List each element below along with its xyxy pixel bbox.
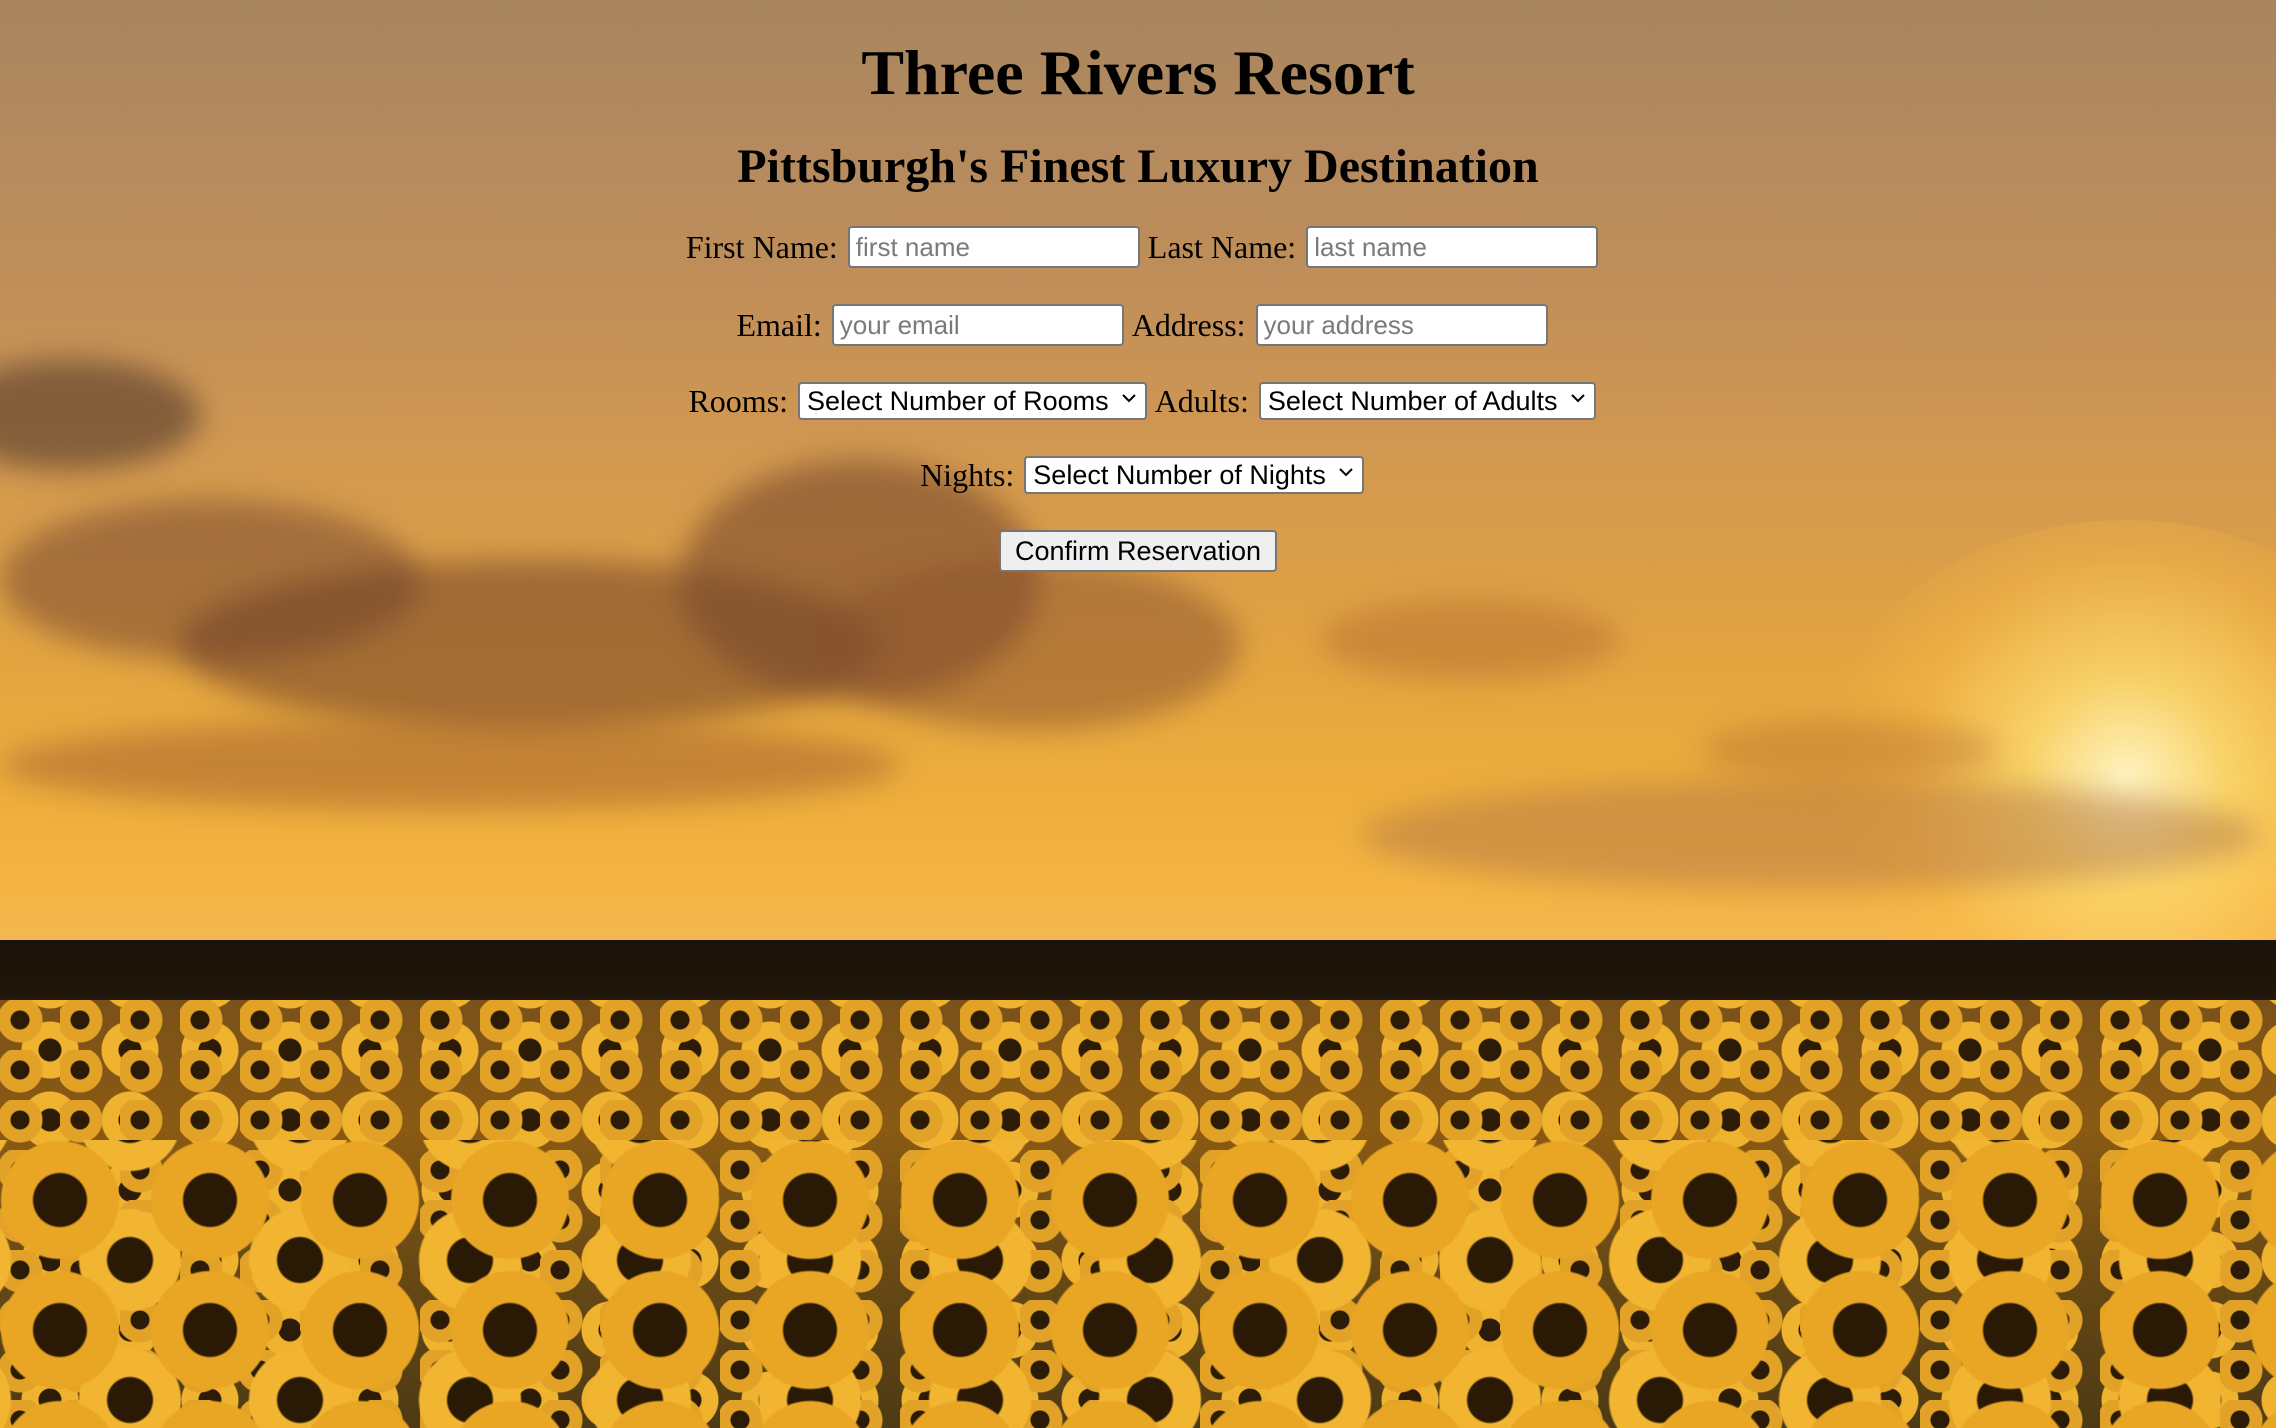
- page-subtitle: Pittsburgh's Finest Luxury Destination: [737, 140, 1539, 193]
- page-title: Three Rivers Resort: [861, 37, 1415, 108]
- name-row: First Name: Last Name:: [0, 226, 2276, 268]
- sunflower-foreground: [0, 1140, 2276, 1428]
- cloud: [0, 720, 900, 810]
- cloud: [820, 560, 1240, 730]
- cloud: [1320, 600, 1620, 680]
- adults-select[interactable]: Select Number of Adults: [1258, 382, 1596, 420]
- email-label: Email:: [736, 306, 822, 343]
- submit-row: Confirm Reservation: [0, 530, 2276, 572]
- nights-label: Nights:: [920, 456, 1015, 493]
- reservation-page: Three Rivers Resort Pittsburgh's Finest …: [0, 0, 2276, 572]
- adults-select-value: Select Number of Adults: [1267, 385, 1558, 416]
- chevron-down-icon: [1570, 394, 1585, 403]
- last-name-label: Last Name:: [1147, 228, 1297, 265]
- rooms-select[interactable]: Select Number of Rooms: [798, 382, 1147, 420]
- chevron-down-icon: [1121, 394, 1136, 403]
- nights-select-value: Select Number of Nights: [1033, 459, 1326, 490]
- adults-label: Adults:: [1154, 382, 1249, 419]
- email-input[interactable]: [831, 304, 1124, 346]
- cloud: [1360, 780, 2260, 890]
- chevron-down-icon: [1339, 468, 1353, 477]
- confirm-reservation-button[interactable]: Confirm Reservation: [998, 530, 1278, 572]
- rooms-select-value: Select Number of Rooms: [807, 385, 1109, 416]
- nights-select[interactable]: Select Number of Nights: [1024, 456, 1364, 494]
- address-label: Address:: [1131, 306, 1246, 343]
- cloud: [1700, 720, 2000, 780]
- first-name-label: First Name:: [685, 228, 838, 265]
- address-input[interactable]: [1255, 304, 1548, 346]
- guests-row: Rooms: Select Number of Rooms Adults: Se…: [0, 382, 2276, 420]
- nights-row: Nights: Select Number of Nights: [0, 456, 2276, 494]
- rooms-label: Rooms:: [688, 382, 789, 419]
- last-name-input[interactable]: [1306, 226, 1599, 268]
- contact-row: Email: Address:: [0, 304, 2276, 346]
- first-name-input[interactable]: [847, 226, 1140, 268]
- reservation-form: First Name: Last Name: Email: Address: R…: [0, 226, 2276, 572]
